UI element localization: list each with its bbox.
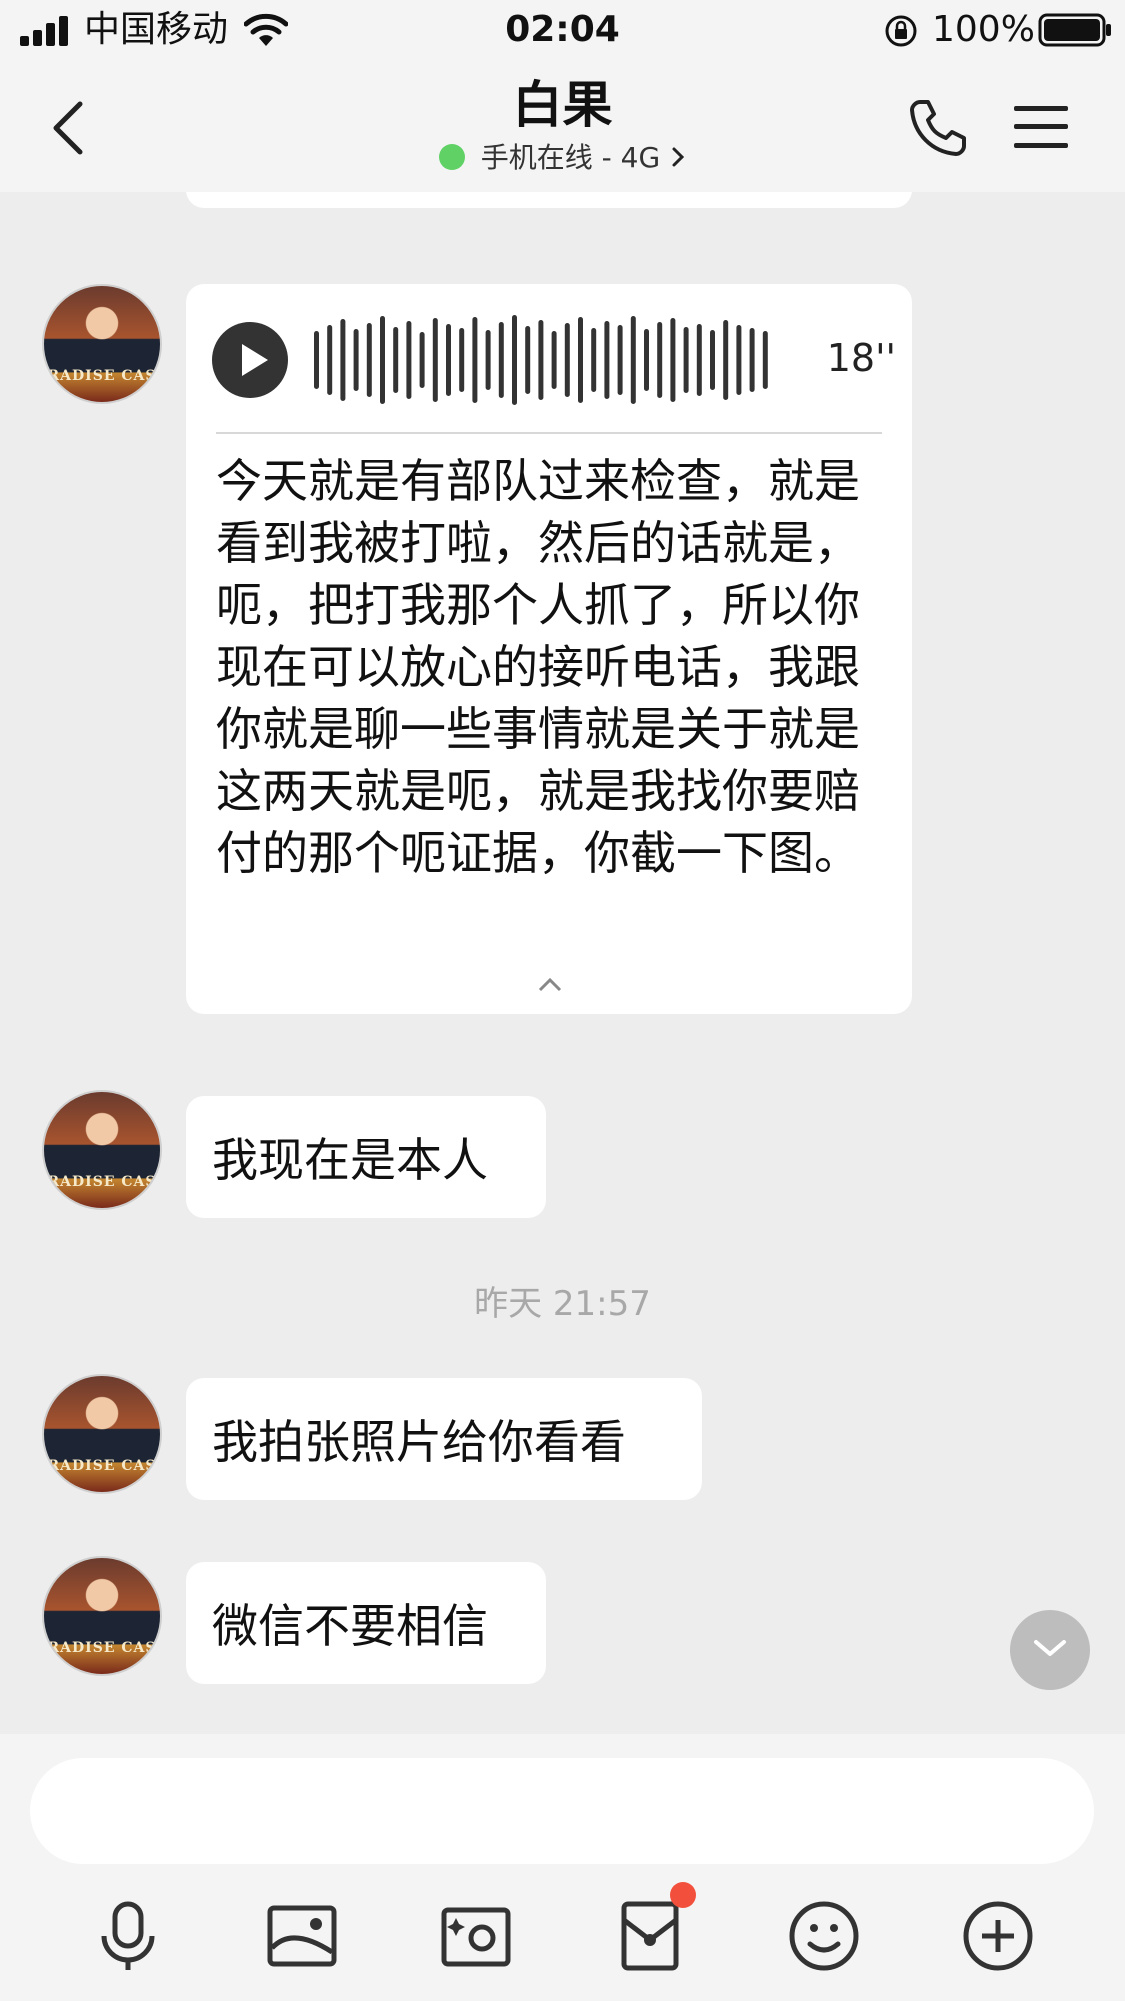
waveform-bar bbox=[314, 331, 319, 389]
waveform-bar bbox=[366, 323, 372, 397]
waveform-bar bbox=[446, 324, 451, 396]
waveform-bar bbox=[327, 325, 333, 395]
scroll-down-button[interactable] bbox=[1010, 1610, 1090, 1690]
waveform-bar bbox=[683, 327, 689, 393]
waveform-bar bbox=[525, 326, 531, 394]
battery-percent: 100% bbox=[932, 9, 1035, 50]
chevron-up-icon[interactable] bbox=[538, 978, 562, 992]
waveform-bar bbox=[591, 328, 597, 392]
voice-transcript: 今天就是有部队过来检查，就是看到我被打啦，然后的话就是，呃，把打我那个人抓了，所… bbox=[216, 454, 860, 880]
waveform-bar bbox=[578, 317, 583, 403]
waveform-bar bbox=[564, 323, 570, 397]
menu-icon[interactable] bbox=[1012, 104, 1070, 150]
waveform-bar bbox=[472, 317, 478, 403]
avatar-caption: RADISE CAS bbox=[47, 1640, 157, 1656]
waveform-bar bbox=[644, 329, 649, 391]
online-status-text: 手机在线 - 4G bbox=[480, 141, 661, 174]
waveform-bar bbox=[380, 316, 385, 404]
waveform-bar bbox=[736, 325, 742, 395]
waveform-bar bbox=[353, 329, 359, 391]
waveform-bar bbox=[459, 328, 465, 392]
red-packet-icon[interactable] bbox=[610, 1896, 690, 1976]
voice-message-bubble[interactable]: 18'' 今天就是有部队过来检查，就是看到我被打啦，然后的话就是，呃，把打我那个… bbox=[186, 284, 912, 1014]
emoji-icon[interactable] bbox=[784, 1896, 864, 1976]
waveform-bar bbox=[723, 320, 729, 400]
waveform-bar bbox=[657, 322, 663, 398]
waveform-bar bbox=[393, 327, 399, 393]
waveform-bar bbox=[670, 318, 676, 402]
waveform-bar bbox=[340, 319, 346, 401]
voice-duration: 18'' bbox=[826, 336, 896, 380]
waveform-bar bbox=[419, 332, 425, 388]
waveform-bar bbox=[617, 325, 623, 395]
plus-icon[interactable] bbox=[958, 1896, 1038, 1976]
waveform-bar bbox=[762, 331, 768, 389]
waveform-bar bbox=[406, 321, 412, 399]
rotation-lock-icon bbox=[885, 15, 917, 47]
waveform-bar bbox=[432, 318, 438, 402]
waveform-bar bbox=[538, 320, 544, 400]
message-input[interactable] bbox=[30, 1758, 1094, 1864]
waveform-bar bbox=[551, 331, 557, 389]
message-text: 微信不要相信 bbox=[212, 1599, 488, 1653]
message-list[interactable]: RADISE CAS 18'' 今天就是有部队过来检查，就是看到我被打啦，然后的… bbox=[0, 192, 1125, 1734]
waveform-bar bbox=[710, 330, 715, 390]
waveform-bar bbox=[604, 321, 610, 399]
voice-waveform bbox=[314, 315, 768, 405]
notification-badge bbox=[670, 1882, 696, 1908]
avatar[interactable]: RADISE CAS bbox=[42, 284, 162, 404]
divider bbox=[216, 432, 882, 434]
text-message-bubble[interactable]: 我拍张照片给你看看 bbox=[186, 1378, 702, 1500]
avatar[interactable]: RADISE CAS bbox=[42, 1556, 162, 1676]
play-icon[interactable] bbox=[212, 322, 288, 398]
avatar-caption: RADISE CAS bbox=[47, 368, 157, 384]
waveform-bar bbox=[696, 324, 702, 396]
phone-icon[interactable] bbox=[906, 96, 968, 158]
battery-icon bbox=[1038, 13, 1111, 47]
microphone-icon[interactable] bbox=[88, 1896, 168, 1976]
status-bar: 中国移动 02:04 100% bbox=[0, 0, 1125, 62]
avatar-caption: RADISE CAS bbox=[47, 1174, 157, 1190]
avatar[interactable]: RADISE CAS bbox=[42, 1090, 162, 1210]
text-message-bubble[interactable]: 微信不要相信 bbox=[186, 1562, 546, 1684]
message-text: 我现在是本人 bbox=[212, 1133, 488, 1187]
avatar[interactable]: RADISE CAS bbox=[42, 1374, 162, 1494]
message-bubble-partial[interactable] bbox=[186, 192, 912, 208]
waveform-bar bbox=[749, 328, 755, 392]
avatar-caption: RADISE CAS bbox=[47, 1458, 157, 1474]
waveform-bar bbox=[512, 315, 517, 405]
waveform-bar bbox=[498, 322, 504, 398]
camera-icon[interactable] bbox=[436, 1896, 516, 1976]
composer bbox=[0, 1734, 1125, 2001]
online-indicator bbox=[438, 144, 465, 170]
message-text: 我拍张照片给你看看 bbox=[212, 1415, 626, 1469]
image-icon[interactable] bbox=[262, 1896, 342, 1976]
timestamp: 昨天 21:57 bbox=[474, 1284, 651, 1324]
waveform-bar bbox=[485, 330, 491, 390]
waveform-bar bbox=[630, 316, 636, 404]
text-message-bubble[interactable]: 我现在是本人 bbox=[186, 1096, 546, 1218]
scroll-down-icon bbox=[1034, 1640, 1066, 1656]
chat-header: 白果 手机在线 - 4G bbox=[0, 62, 1125, 192]
chevron-right-icon bbox=[672, 147, 685, 167]
